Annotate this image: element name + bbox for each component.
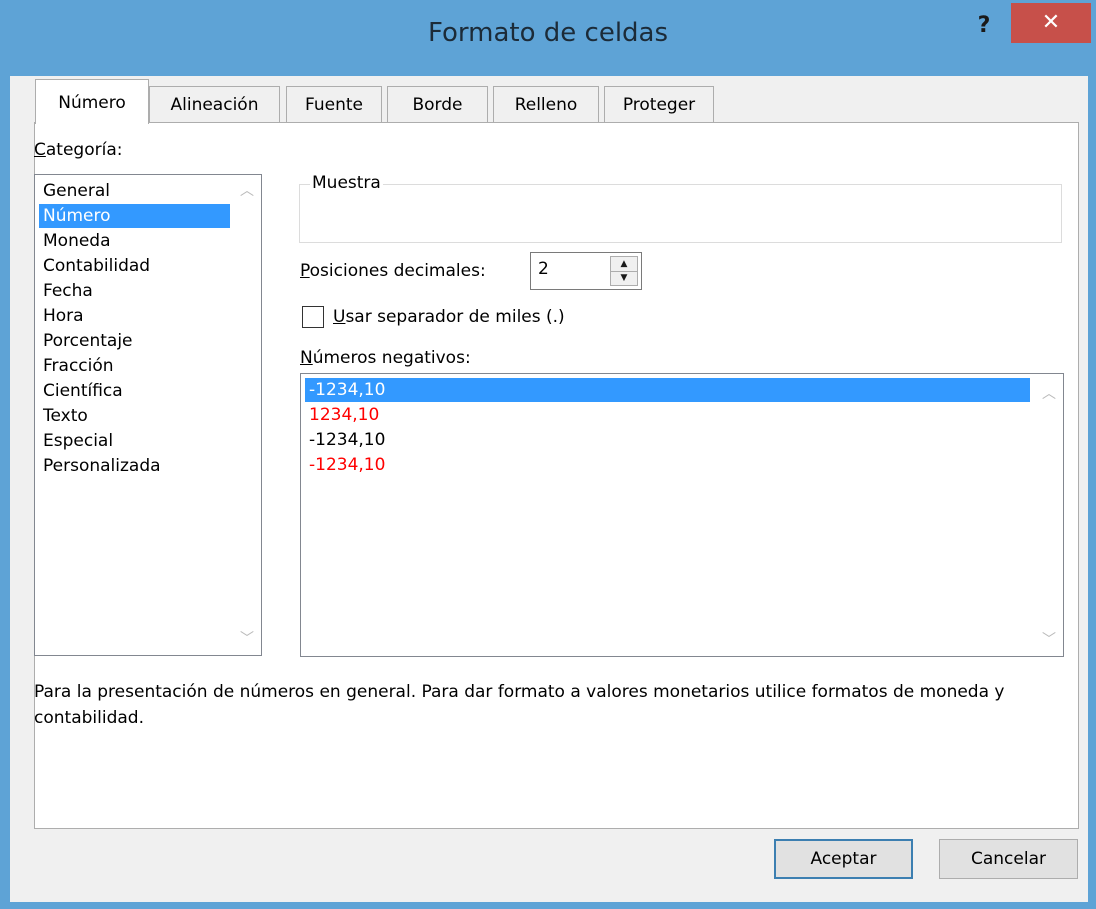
decimals-stepper[interactable]: 2 ▲ ▼ <box>530 252 642 290</box>
category-item-contabilidad[interactable]: Contabilidad <box>39 254 230 278</box>
format-cells-dialog: Formato de celdas ? ✕ Número Alineación … <box>0 0 1096 909</box>
title-bar[interactable]: Formato de celdas ? ✕ <box>0 0 1096 76</box>
cancel-button[interactable]: Cancelar <box>939 839 1078 879</box>
format-description: Para la presentación de números en gener… <box>34 682 1005 728</box>
decimals-spin-buttons: ▲ ▼ <box>610 256 638 286</box>
category-item-hora[interactable]: Hora <box>39 304 230 328</box>
category-label: Categoría: <box>34 140 123 160</box>
spin-up-icon[interactable]: ▲ <box>611 257 637 272</box>
decimals-value[interactable]: 2 <box>538 259 549 279</box>
category-item-fraccion[interactable]: Fracción <box>39 354 230 378</box>
spin-down-icon[interactable]: ▼ <box>611 271 637 285</box>
sample-group: Muestra <box>299 173 1062 243</box>
help-button[interactable]: ? <box>966 8 1002 44</box>
close-button[interactable]: ✕ <box>1011 3 1091 43</box>
close-icon: ✕ <box>1041 10 1061 35</box>
category-item-porcentaje[interactable]: Porcentaje <box>39 329 230 353</box>
decimals-label: Posiciones decimales: <box>300 261 486 281</box>
category-item-cientifica[interactable]: Científica <box>39 379 230 403</box>
category-item-especial[interactable]: Especial <box>39 429 230 453</box>
dialog-title: Formato de celdas <box>427 18 669 48</box>
category-list[interactable]: General Número Moneda Contabilidad Fecha… <box>34 174 262 656</box>
negative-format-item[interactable]: -1234,10 <box>305 453 1030 477</box>
scroll-down-icon[interactable]: ﹀ <box>1039 630 1059 650</box>
negative-format-item[interactable]: -1234,10 <box>305 378 1030 402</box>
category-item-moneda[interactable]: Moneda <box>39 229 230 253</box>
sample-label: Muestra <box>310 173 383 193</box>
accept-button[interactable]: Aceptar <box>774 839 913 879</box>
scroll-down-icon[interactable]: ﹀ <box>237 629 257 649</box>
scroll-up-icon[interactable]: ︿ <box>237 181 257 201</box>
negative-numbers-list[interactable]: -1234,10 1234,10 -1234,10 -1234,10 ︿ ﹀ <box>300 373 1064 657</box>
tab-content: Categoría: General Número Moneda Contabi… <box>10 76 1088 902</box>
category-item-general[interactable]: General <box>39 179 230 203</box>
negative-format-item[interactable]: -1234,10 <box>305 428 1030 452</box>
negatives-label: Números negativos: <box>300 348 471 368</box>
thousands-separator-checkbox[interactable] <box>302 306 324 328</box>
scroll-up-icon[interactable]: ︿ <box>1039 384 1059 404</box>
category-item-fecha[interactable]: Fecha <box>39 279 230 303</box>
category-item-texto[interactable]: Texto <box>39 404 230 428</box>
negative-format-item[interactable]: 1234,10 <box>305 403 1030 427</box>
category-item-numero[interactable]: Número <box>39 204 230 228</box>
category-item-personalizada[interactable]: Personalizada <box>39 454 230 478</box>
thousands-separator-label[interactable]: Usar separador de miles (.) <box>333 307 565 327</box>
